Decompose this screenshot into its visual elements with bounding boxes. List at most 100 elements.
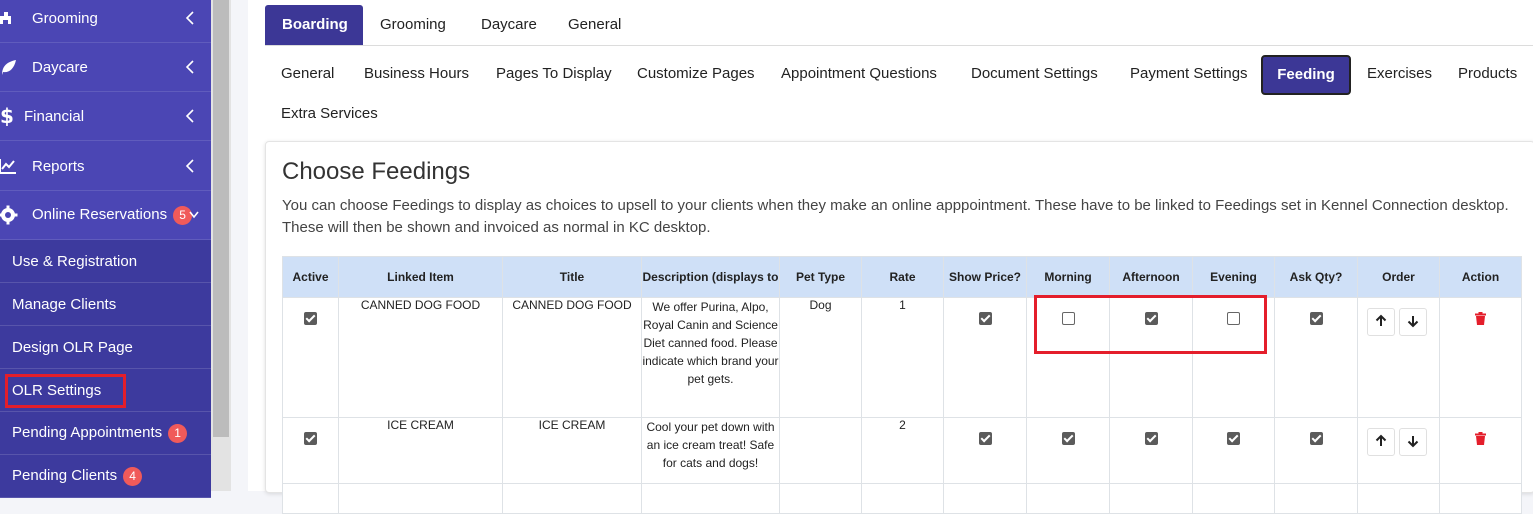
pet-type-cell: Dog <box>779 297 862 418</box>
pet-type-cell <box>779 417 862 484</box>
linked-item-cell: ICE CREAM <box>338 417 503 484</box>
ask-qty-checkbox[interactable] <box>1309 312 1323 325</box>
sidebar-item-label: Financial <box>24 107 85 125</box>
highlight-box-meal-times <box>1034 295 1267 354</box>
move-up-button[interactable] <box>1366 308 1395 336</box>
show-price-checkbox[interactable] <box>978 432 992 445</box>
tab-grooming[interactable]: Grooming <box>363 5 463 45</box>
subtab-general[interactable]: General <box>265 54 350 94</box>
sidebar-subitem-design-olr-page[interactable]: Design OLR Page <box>0 326 211 369</box>
table-row: ICE CREAM ICE CREAM Cool your pet down w… <box>282 417 1522 484</box>
sidebar-subitem-pending-appointments[interactable]: Pending Appointments 1 <box>0 412 211 455</box>
arrow-down-icon <box>1407 436 1418 448</box>
order-cell <box>1357 417 1440 484</box>
sidebar-scrollbar-thumb[interactable] <box>213 0 229 437</box>
sidebar-item-label: Online Reservations 5 <box>32 205 193 225</box>
tab-general[interactable]: General <box>551 5 638 45</box>
description-cell: Cool your pet down with an ice cream tre… <box>641 417 780 484</box>
trash-icon <box>1475 432 1486 445</box>
column-header: Active <box>282 256 339 298</box>
move-down-button[interactable] <box>1398 428 1427 456</box>
order-cell <box>1357 297 1440 418</box>
show-price-checkbox[interactable] <box>978 312 992 325</box>
subtab-appointment-questions[interactable]: Appointment Questions <box>765 54 953 94</box>
column-header: Evening <box>1192 256 1275 298</box>
chart-icon <box>0 159 16 174</box>
action-cell <box>1439 417 1522 484</box>
arrow-down-icon <box>1407 316 1418 328</box>
title-cell: CANNED DOG FOOD <box>502 297 642 418</box>
afternoon-checkbox[interactable] <box>1144 432 1158 445</box>
column-header: Afternoon <box>1109 256 1193 298</box>
ask-qty-checkbox[interactable] <box>1309 432 1323 445</box>
sidebar-item-reports[interactable]: Reports <box>0 142 211 191</box>
sidebar-subitem-manage-clients[interactable]: Manage Clients <box>0 283 211 326</box>
notification-badge: 4 <box>123 466 143 486</box>
trash-icon <box>1475 312 1486 325</box>
description-cell: We offer Purina, Alpo, Royal Canin and S… <box>641 297 780 418</box>
table-row: CANNED DOG FOOD CANNED DOG FOOD We offer… <box>282 297 1522 418</box>
subtab-pages-to-display[interactable]: Pages To Display <box>480 54 628 94</box>
leaf-icon <box>2 60 16 75</box>
subtab-business-hours[interactable]: Business Hours <box>348 54 485 94</box>
sidebar-item-daycare[interactable]: Daycare <box>0 43 211 92</box>
dog-icon <box>0 12 11 24</box>
sidebar-item-grooming[interactable]: Grooming <box>0 0 211 43</box>
tab-daycare[interactable]: Daycare <box>464 5 554 45</box>
feedings-table: Active Linked Item Title Description (di… <box>282 256 1522 514</box>
sidebar-subitem-pending-clients[interactable]: Pending Clients 4 <box>0 455 211 498</box>
sidebar-item-label: Daycare <box>32 58 88 76</box>
column-header: Pet Type <box>779 256 862 298</box>
active-checkbox[interactable] <box>304 312 317 325</box>
sidebar-item-online-reservations[interactable]: Online Reservations 5 <box>0 191 211 240</box>
action-cell <box>1439 297 1522 418</box>
chevron-left-icon <box>185 11 194 25</box>
subtab-document-settings[interactable]: Document Settings <box>955 54 1114 94</box>
gear-icon <box>0 205 18 225</box>
move-up-button[interactable] <box>1366 428 1395 456</box>
column-header: Ask Qty? <box>1274 256 1358 298</box>
table-row <box>282 483 1522 514</box>
subtab-feeding[interactable]: Feeding <box>1261 55 1351 95</box>
delete-button[interactable] <box>1475 432 1486 448</box>
subtab-products[interactable]: Products <box>1442 54 1533 94</box>
evening-checkbox[interactable] <box>1227 432 1240 445</box>
active-checkbox[interactable] <box>304 432 317 445</box>
card-title: Choose Feedings <box>282 158 471 185</box>
rate-cell: 1 <box>861 297 944 418</box>
sidebar: Grooming Daycare $ Financial Reports Onl… <box>0 0 211 498</box>
subtab-exercises[interactable]: Exercises <box>1351 54 1448 94</box>
chevron-left-icon <box>185 60 194 74</box>
column-header: Morning <box>1026 256 1110 298</box>
subtab-extra-services[interactable]: Extra Services <box>265 94 394 134</box>
linked-item-cell: CANNED DOG FOOD <box>338 297 503 418</box>
card-description: You can choose Feedings to display as ch… <box>282 197 1509 236</box>
sidebar-item-financial[interactable]: $ Financial <box>0 92 211 141</box>
column-header: Rate <box>861 256 944 298</box>
svg-text:$: $ <box>0 106 14 126</box>
column-header: Title <box>502 256 642 298</box>
title-cell: ICE CREAM <box>502 417 642 484</box>
column-header: Order <box>1357 256 1440 298</box>
subtab-payment-settings[interactable]: Payment Settings <box>1114 54 1264 94</box>
subtab-customize-pages[interactable]: Customize Pages <box>621 54 771 94</box>
tab-divider <box>265 45 1533 46</box>
table-header-row: Active Linked Item Title Description (di… <box>282 256 1522 298</box>
chevron-down-icon <box>189 211 199 219</box>
sidebar-item-label: Grooming <box>32 9 98 27</box>
tab-boarding[interactable]: Boarding <box>265 5 363 45</box>
column-header: Show Price? <box>943 256 1027 298</box>
rate-cell: 2 <box>861 417 944 484</box>
sidebar-subitem-use-registration[interactable]: Use & Registration <box>0 240 211 283</box>
delete-button[interactable] <box>1475 312 1486 328</box>
column-header: Description (displays to <box>641 256 780 298</box>
arrow-up-icon <box>1375 314 1386 326</box>
morning-checkbox[interactable] <box>1061 432 1075 445</box>
move-down-button[interactable] <box>1398 308 1427 336</box>
chevron-left-icon <box>185 109 194 123</box>
column-header: Linked Item <box>338 256 503 298</box>
arrow-up-icon <box>1375 434 1386 446</box>
chevron-left-icon <box>185 159 194 173</box>
column-header: Action <box>1439 256 1522 298</box>
sidebar-item-label: Reports <box>32 157 85 175</box>
